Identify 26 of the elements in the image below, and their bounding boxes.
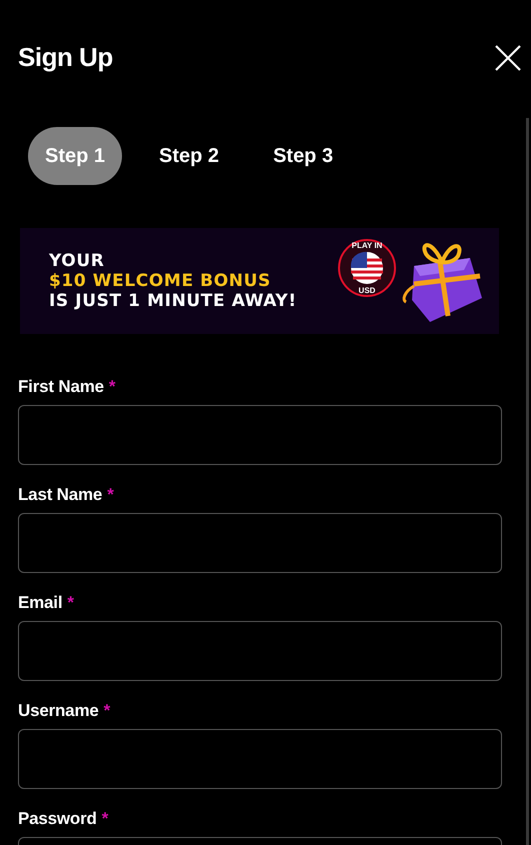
field-label: First Name — [18, 377, 104, 396]
field-label: Last Name — [18, 485, 102, 504]
input-field[interactable] — [18, 729, 502, 789]
field-label: Email — [18, 593, 62, 612]
field-label: Username — [18, 701, 99, 720]
banner-text: YOUR — [49, 251, 106, 271]
badge-text: PLAY IN — [350, 242, 384, 250]
field-label: Password — [18, 809, 97, 828]
step-tab[interactable]: Step 3 — [256, 127, 350, 185]
close-button[interactable] — [494, 44, 522, 72]
required-mark: * — [102, 809, 108, 828]
banner-text: IS JUST 1 MINUTE AWAY! — [49, 291, 297, 311]
step-tab[interactable]: Step 2 — [142, 127, 236, 185]
required-mark: * — [107, 485, 114, 504]
input-field[interactable] — [18, 513, 502, 573]
flag-badge-icon — [337, 238, 397, 298]
required-mark: * — [67, 593, 74, 612]
input-field[interactable] — [18, 621, 502, 681]
banner-text: $10 WELCOME BONUS — [49, 271, 272, 291]
input-field[interactable] — [18, 405, 502, 465]
required-mark: * — [108, 377, 116, 396]
step-tab[interactable]: Step 1 — [28, 127, 122, 185]
badge-text: USD — [358, 287, 376, 295]
required-mark: * — [104, 701, 110, 720]
scrollbar[interactable] — [526, 118, 529, 845]
dialog-title: Sign Up — [18, 42, 113, 74]
